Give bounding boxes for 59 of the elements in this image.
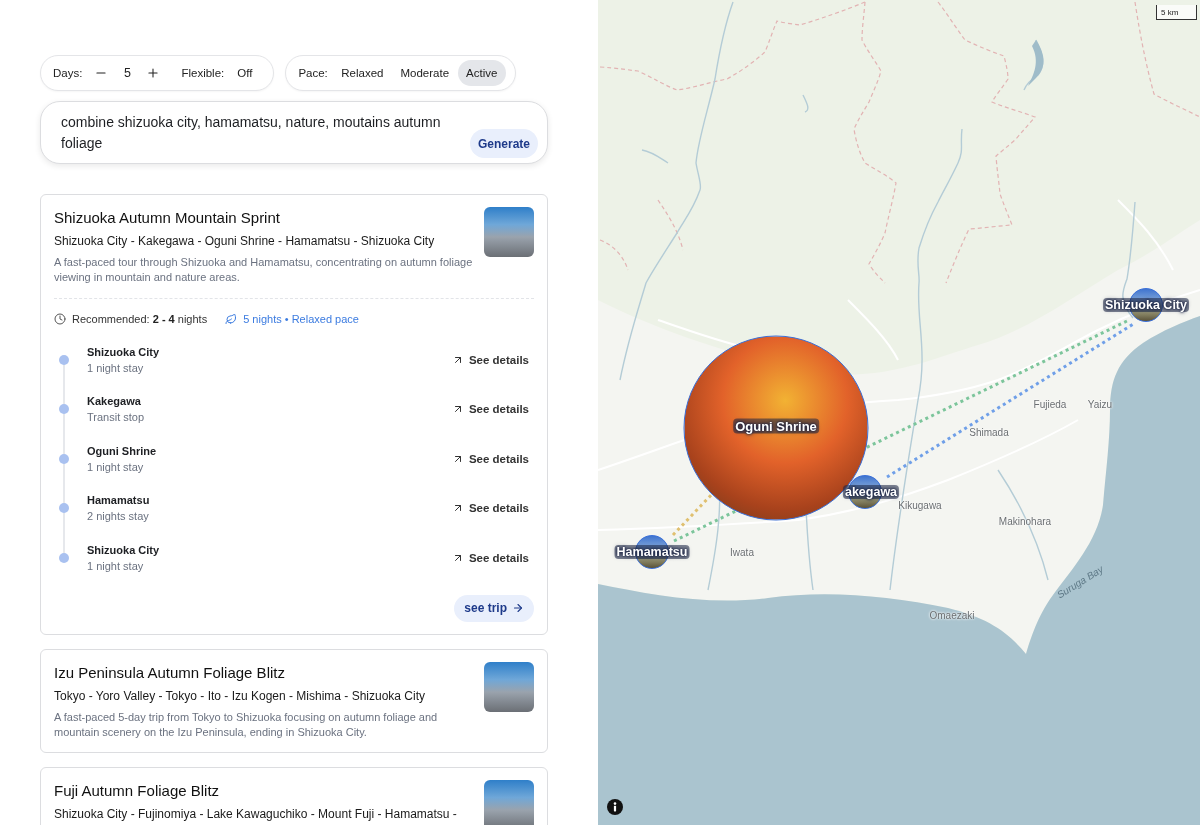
photo-placeholder (484, 779, 534, 825)
scale-bar: 5 km (1156, 5, 1197, 20)
trip-route: Shizuoka City - Kakegawa - Oguni Shrine - Hamamatsu - Shizuoka City (54, 233, 436, 250)
see-details-link[interactable]: See details (451, 551, 529, 564)
trip-card[interactable] (40, 194, 548, 635)
flexible-toggle[interactable]: Off (233, 63, 257, 83)
flexible-label: Flexible: (181, 67, 225, 79)
place-label: Kikugawa (898, 499, 942, 511)
see-details-link[interactable]: See details (451, 354, 529, 366)
trip-title: Izu Peninsula Autumn Foliage Blitz (54, 662, 286, 683)
timeline-dot (59, 404, 69, 415)
trip-title: Shizuoka Autumn Mountain Sprint (54, 208, 281, 228)
trip-card[interactable]: Fuji Autumn Foliage Blitz Shizuoka City - Fujinomiya - Lake Kawaguchiko - Mount Fuji - Hamamatsu - (40, 766, 548, 825)
leaf-icon (225, 313, 238, 325)
trip-description: A fast-paced tour through Shizuoka and Hamamatsu, concentrating on autumn foliage viewing in mountain and nature areas. (54, 255, 473, 285)
place-label: Shimada (969, 426, 1009, 438)
pace-option[interactable]: Relaxed (332, 60, 392, 86)
stop-note: Transit stop (87, 410, 146, 426)
timeline-dot (59, 552, 69, 563)
stop-note: 1 night stay (87, 459, 145, 475)
pace-option[interactable]: Moderate (392, 60, 458, 86)
recommended-nights: Recommended: 2 - 4 nights (72, 313, 208, 325)
stop-note: 1 night stay (87, 558, 145, 574)
generate-button[interactable]: Generate (469, 129, 538, 158)
timeline-dot (59, 453, 69, 464)
stop-name: Shizuoka City (87, 345, 161, 360)
stop-name: Shizuoka City (87, 542, 161, 558)
days-value: 5 (122, 66, 132, 80)
place-label: Iwata (730, 546, 754, 558)
see-details-link[interactable]: See details (451, 502, 529, 515)
timeline-dot (59, 503, 69, 514)
pace-option[interactable]: Active (457, 60, 506, 86)
plan-summary: 5 nights • Relaxed pace (243, 313, 359, 325)
trip-card[interactable] (40, 648, 548, 753)
stop-name: Hamamatsu (87, 493, 151, 509)
trip-route: Shizuoka City - Fujinomiya - Lake Kawaguchiko - Mount Fuji - Hamamatsu - (54, 805, 458, 823)
place-label: Makinohara (998, 515, 1052, 527)
prompt-field[interactable]: combine shizuoka city, hamamatsu, nature, moutains autumn foliage Generate (40, 101, 548, 164)
stop-name: Kakegawa (87, 394, 142, 410)
see-details-link[interactable]: See details (451, 403, 529, 416)
place-label: Omaezaki (929, 609, 975, 621)
see-details-link[interactable]: See details (451, 452, 529, 465)
photo-placeholder (484, 207, 534, 257)
stop-note: 1 night stay (87, 361, 145, 376)
see-trip-button[interactable]: see trip (454, 594, 534, 622)
trip-title: Fuji Autumn Foliage Blitz (54, 780, 221, 801)
info-icon[interactable] (607, 799, 623, 815)
place-label: Fujieda (1033, 398, 1067, 410)
trip-route: Tokyo - Yoro Valley - Tokyo - Ito - Izu Kogen - Mishima - Shizuoka City (54, 687, 427, 705)
arrow-right-icon (512, 602, 524, 615)
stop-name: Oguni Shrine (87, 443, 158, 459)
clock-icon (54, 313, 66, 325)
stop-note: 2 nights stay (87, 509, 150, 525)
photo-placeholder (484, 661, 534, 712)
place-label: Yaizu (1087, 398, 1113, 410)
trip-description: A fast-paced 5-day trip from Tokyo to Shizuoka focusing on autumn foliage and mountain scenery on the Izu Peninsula, ending in Shizuoka City. (54, 709, 439, 740)
days-label: Days: (53, 67, 83, 79)
pace-label: Pace: (298, 67, 328, 79)
timeline-dot (59, 355, 69, 365)
